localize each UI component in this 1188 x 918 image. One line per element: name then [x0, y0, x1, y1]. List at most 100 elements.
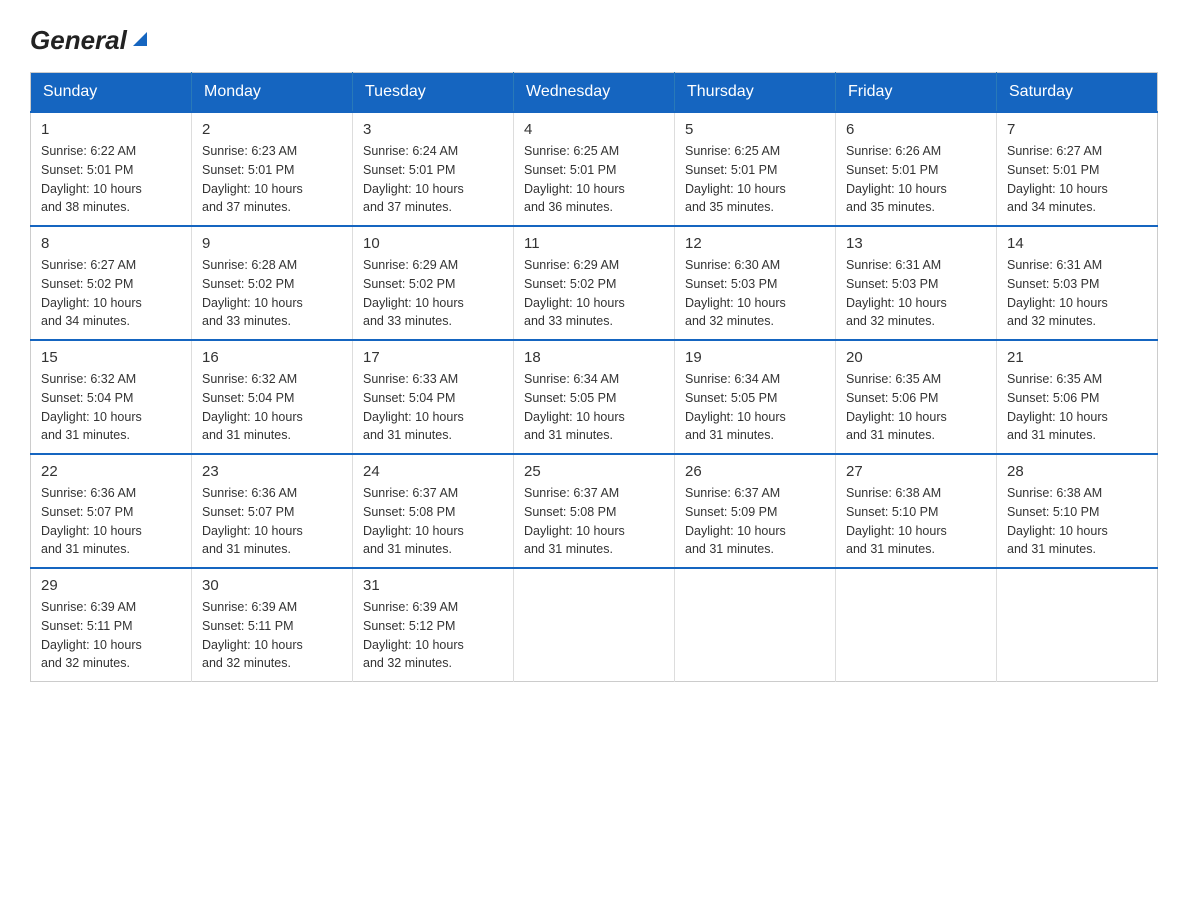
day-info: Sunrise: 6:38 AMSunset: 5:10 PMDaylight:…: [1007, 484, 1147, 559]
calendar-cell: 2 Sunrise: 6:23 AMSunset: 5:01 PMDayligh…: [192, 112, 353, 226]
day-info: Sunrise: 6:39 AMSunset: 5:11 PMDaylight:…: [41, 598, 181, 673]
day-header-tuesday: Tuesday: [353, 73, 514, 113]
day-info: Sunrise: 6:23 AMSunset: 5:01 PMDaylight:…: [202, 142, 342, 217]
day-info: Sunrise: 6:24 AMSunset: 5:01 PMDaylight:…: [363, 142, 503, 217]
day-header-saturday: Saturday: [997, 73, 1158, 113]
calendar-cell: 27 Sunrise: 6:38 AMSunset: 5:10 PMDaylig…: [836, 454, 997, 568]
day-info: Sunrise: 6:25 AMSunset: 5:01 PMDaylight:…: [524, 142, 664, 217]
day-number: 28: [1007, 463, 1147, 480]
page-header: G eneral: [30, 20, 1158, 52]
day-number: 3: [363, 121, 503, 138]
day-info: Sunrise: 6:27 AMSunset: 5:01 PMDaylight:…: [1007, 142, 1147, 217]
day-header-monday: Monday: [192, 73, 353, 113]
calendar-week-row: 29 Sunrise: 6:39 AMSunset: 5:11 PMDaylig…: [31, 568, 1158, 682]
day-info: Sunrise: 6:27 AMSunset: 5:02 PMDaylight:…: [41, 256, 181, 331]
calendar-cell: [836, 568, 997, 682]
day-number: 13: [846, 235, 986, 252]
day-number: 19: [685, 349, 825, 366]
day-info: Sunrise: 6:32 AMSunset: 5:04 PMDaylight:…: [202, 370, 342, 445]
day-info: Sunrise: 6:36 AMSunset: 5:07 PMDaylight:…: [202, 484, 342, 559]
day-number: 6: [846, 121, 986, 138]
calendar-cell: 25 Sunrise: 6:37 AMSunset: 5:08 PMDaylig…: [514, 454, 675, 568]
day-number: 21: [1007, 349, 1147, 366]
calendar-cell: 8 Sunrise: 6:27 AMSunset: 5:02 PMDayligh…: [31, 226, 192, 340]
day-number: 7: [1007, 121, 1147, 138]
day-number: 4: [524, 121, 664, 138]
day-number: 18: [524, 349, 664, 366]
day-number: 23: [202, 463, 342, 480]
day-info: Sunrise: 6:31 AMSunset: 5:03 PMDaylight:…: [1007, 256, 1147, 331]
day-info: Sunrise: 6:31 AMSunset: 5:03 PMDaylight:…: [846, 256, 986, 331]
day-number: 10: [363, 235, 503, 252]
calendar-week-row: 22 Sunrise: 6:36 AMSunset: 5:07 PMDaylig…: [31, 454, 1158, 568]
calendar-cell: 18 Sunrise: 6:34 AMSunset: 5:05 PMDaylig…: [514, 340, 675, 454]
day-number: 25: [524, 463, 664, 480]
day-header-sunday: Sunday: [31, 73, 192, 113]
calendar-cell: 24 Sunrise: 6:37 AMSunset: 5:08 PMDaylig…: [353, 454, 514, 568]
day-info: Sunrise: 6:28 AMSunset: 5:02 PMDaylight:…: [202, 256, 342, 331]
day-number: 2: [202, 121, 342, 138]
calendar-cell: 11 Sunrise: 6:29 AMSunset: 5:02 PMDaylig…: [514, 226, 675, 340]
calendar-cell: 6 Sunrise: 6:26 AMSunset: 5:01 PMDayligh…: [836, 112, 997, 226]
calendar-cell: 26 Sunrise: 6:37 AMSunset: 5:09 PMDaylig…: [675, 454, 836, 568]
calendar-cell: 17 Sunrise: 6:33 AMSunset: 5:04 PMDaylig…: [353, 340, 514, 454]
day-info: Sunrise: 6:39 AMSunset: 5:12 PMDaylight:…: [363, 598, 503, 673]
calendar-cell: 3 Sunrise: 6:24 AMSunset: 5:01 PMDayligh…: [353, 112, 514, 226]
calendar-cell: 28 Sunrise: 6:38 AMSunset: 5:10 PMDaylig…: [997, 454, 1158, 568]
calendar-cell: 15 Sunrise: 6:32 AMSunset: 5:04 PMDaylig…: [31, 340, 192, 454]
day-number: 22: [41, 463, 181, 480]
day-info: Sunrise: 6:33 AMSunset: 5:04 PMDaylight:…: [363, 370, 503, 445]
calendar-week-row: 15 Sunrise: 6:32 AMSunset: 5:04 PMDaylig…: [31, 340, 1158, 454]
day-number: 30: [202, 577, 342, 594]
day-info: Sunrise: 6:35 AMSunset: 5:06 PMDaylight:…: [846, 370, 986, 445]
calendar-cell: 4 Sunrise: 6:25 AMSunset: 5:01 PMDayligh…: [514, 112, 675, 226]
days-header-row: SundayMondayTuesdayWednesdayThursdayFrid…: [31, 73, 1158, 113]
day-info: Sunrise: 6:30 AMSunset: 5:03 PMDaylight:…: [685, 256, 825, 331]
day-info: Sunrise: 6:29 AMSunset: 5:02 PMDaylight:…: [524, 256, 664, 331]
calendar-cell: [675, 568, 836, 682]
calendar-cell: 7 Sunrise: 6:27 AMSunset: 5:01 PMDayligh…: [997, 112, 1158, 226]
calendar-week-row: 8 Sunrise: 6:27 AMSunset: 5:02 PMDayligh…: [31, 226, 1158, 340]
calendar-body: 1 Sunrise: 6:22 AMSunset: 5:01 PMDayligh…: [31, 112, 1158, 682]
day-info: Sunrise: 6:32 AMSunset: 5:04 PMDaylight:…: [41, 370, 181, 445]
calendar-cell: 10 Sunrise: 6:29 AMSunset: 5:02 PMDaylig…: [353, 226, 514, 340]
calendar-cell: 13 Sunrise: 6:31 AMSunset: 5:03 PMDaylig…: [836, 226, 997, 340]
calendar-cell: 31 Sunrise: 6:39 AMSunset: 5:12 PMDaylig…: [353, 568, 514, 682]
calendar-cell: 14 Sunrise: 6:31 AMSunset: 5:03 PMDaylig…: [997, 226, 1158, 340]
calendar-cell: 19 Sunrise: 6:34 AMSunset: 5:05 PMDaylig…: [675, 340, 836, 454]
day-number: 12: [685, 235, 825, 252]
calendar-cell: 12 Sunrise: 6:30 AMSunset: 5:03 PMDaylig…: [675, 226, 836, 340]
calendar-cell: 21 Sunrise: 6:35 AMSunset: 5:06 PMDaylig…: [997, 340, 1158, 454]
day-info: Sunrise: 6:35 AMSunset: 5:06 PMDaylight:…: [1007, 370, 1147, 445]
calendar-cell: 29 Sunrise: 6:39 AMSunset: 5:11 PMDaylig…: [31, 568, 192, 682]
day-number: 15: [41, 349, 181, 366]
day-info: Sunrise: 6:37 AMSunset: 5:09 PMDaylight:…: [685, 484, 825, 559]
calendar-cell: 9 Sunrise: 6:28 AMSunset: 5:02 PMDayligh…: [192, 226, 353, 340]
day-header-thursday: Thursday: [675, 73, 836, 113]
day-number: 16: [202, 349, 342, 366]
calendar-week-row: 1 Sunrise: 6:22 AMSunset: 5:01 PMDayligh…: [31, 112, 1158, 226]
calendar-cell: 16 Sunrise: 6:32 AMSunset: 5:04 PMDaylig…: [192, 340, 353, 454]
day-number: 14: [1007, 235, 1147, 252]
day-number: 24: [363, 463, 503, 480]
day-number: 20: [846, 349, 986, 366]
calendar-cell: 23 Sunrise: 6:36 AMSunset: 5:07 PMDaylig…: [192, 454, 353, 568]
day-info: Sunrise: 6:37 AMSunset: 5:08 PMDaylight:…: [524, 484, 664, 559]
calendar-cell: 22 Sunrise: 6:36 AMSunset: 5:07 PMDaylig…: [31, 454, 192, 568]
day-number: 8: [41, 235, 181, 252]
day-number: 29: [41, 577, 181, 594]
calendar-cell: 20 Sunrise: 6:35 AMSunset: 5:06 PMDaylig…: [836, 340, 997, 454]
day-number: 9: [202, 235, 342, 252]
day-number: 17: [363, 349, 503, 366]
day-info: Sunrise: 6:37 AMSunset: 5:08 PMDaylight:…: [363, 484, 503, 559]
logo: G eneral: [30, 20, 151, 52]
day-info: Sunrise: 6:26 AMSunset: 5:01 PMDaylight:…: [846, 142, 986, 217]
day-header-wednesday: Wednesday: [514, 73, 675, 113]
day-number: 31: [363, 577, 503, 594]
day-info: Sunrise: 6:38 AMSunset: 5:10 PMDaylight:…: [846, 484, 986, 559]
calendar-header: SundayMondayTuesdayWednesdayThursdayFrid…: [31, 73, 1158, 113]
calendar-cell: 5 Sunrise: 6:25 AMSunset: 5:01 PMDayligh…: [675, 112, 836, 226]
calendar-cell: 30 Sunrise: 6:39 AMSunset: 5:11 PMDaylig…: [192, 568, 353, 682]
day-header-friday: Friday: [836, 73, 997, 113]
day-number: 27: [846, 463, 986, 480]
